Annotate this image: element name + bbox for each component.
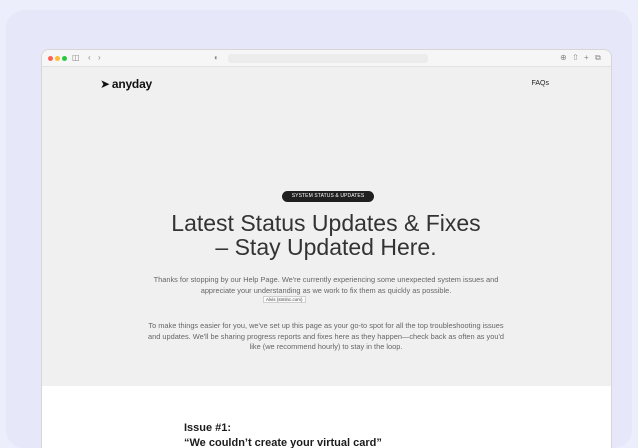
browser-window: ◫ ‹ › ◐ ⊕ ⇧ + ⧉ ➤ anyday FAQs SYSTEM STAT… [42,50,611,448]
info-paragraph: To make things easier for you, we've set… [147,321,504,351]
close-window-button[interactable] [48,56,53,61]
privacy-shield-icon[interactable]: ◐ [214,52,219,64]
web-page: ➤ anyday FAQs SYSTEM STATUS & UPDATES Lat… [42,67,611,448]
address-bar[interactable] [228,54,428,63]
maximize-window-button[interactable] [62,56,67,61]
forward-arrow-icon[interactable]: › [98,52,101,64]
brand-logo[interactable]: ➤ anyday [100,77,152,91]
minimize-window-button[interactable] [55,56,60,61]
faqs-link[interactable]: FAQs [531,80,549,87]
page-title: Latest Status Updates & Fixes – Stay Upd… [102,211,550,259]
share-icon[interactable]: ⇧ [572,52,579,64]
hero-section: SYSTEM STATUS & UPDATES Latest Status Up… [42,103,611,386]
page-title-line1: Latest Status Updates & Fixes [171,210,481,236]
intro-paragraph: Thanks for stopping by our Help Page. We… [153,275,499,295]
hover-tooltip: Alvis (stmlnc.com) [263,296,306,303]
issues-section: Issue #1: “We couldn’t create your virtu… [42,386,611,448]
issue-number: Issue #1: [184,422,232,434]
browser-toolbar: ◫ ‹ › ◐ ⊕ ⇧ + ⧉ [42,50,611,67]
tab-overview-icon[interactable]: ⧉ [595,52,601,64]
back-arrow-icon[interactable]: ‹ [88,52,91,64]
brand-logo-text: anyday [111,77,153,91]
page-title-line2: – Stay Updated Here. [215,234,437,260]
sidebar-toggle-icon[interactable]: ◫ [72,52,80,64]
issue-title: “We couldn’t create your virtual card” [184,437,382,448]
new-tab-icon[interactable]: + [584,52,589,64]
download-icon[interactable]: ⊕ [560,52,567,64]
status-badge: SYSTEM STATUS & UPDATES [282,191,374,202]
site-header: ➤ anyday FAQs [42,67,611,103]
chevron-right-icon: ➤ [100,77,110,91]
